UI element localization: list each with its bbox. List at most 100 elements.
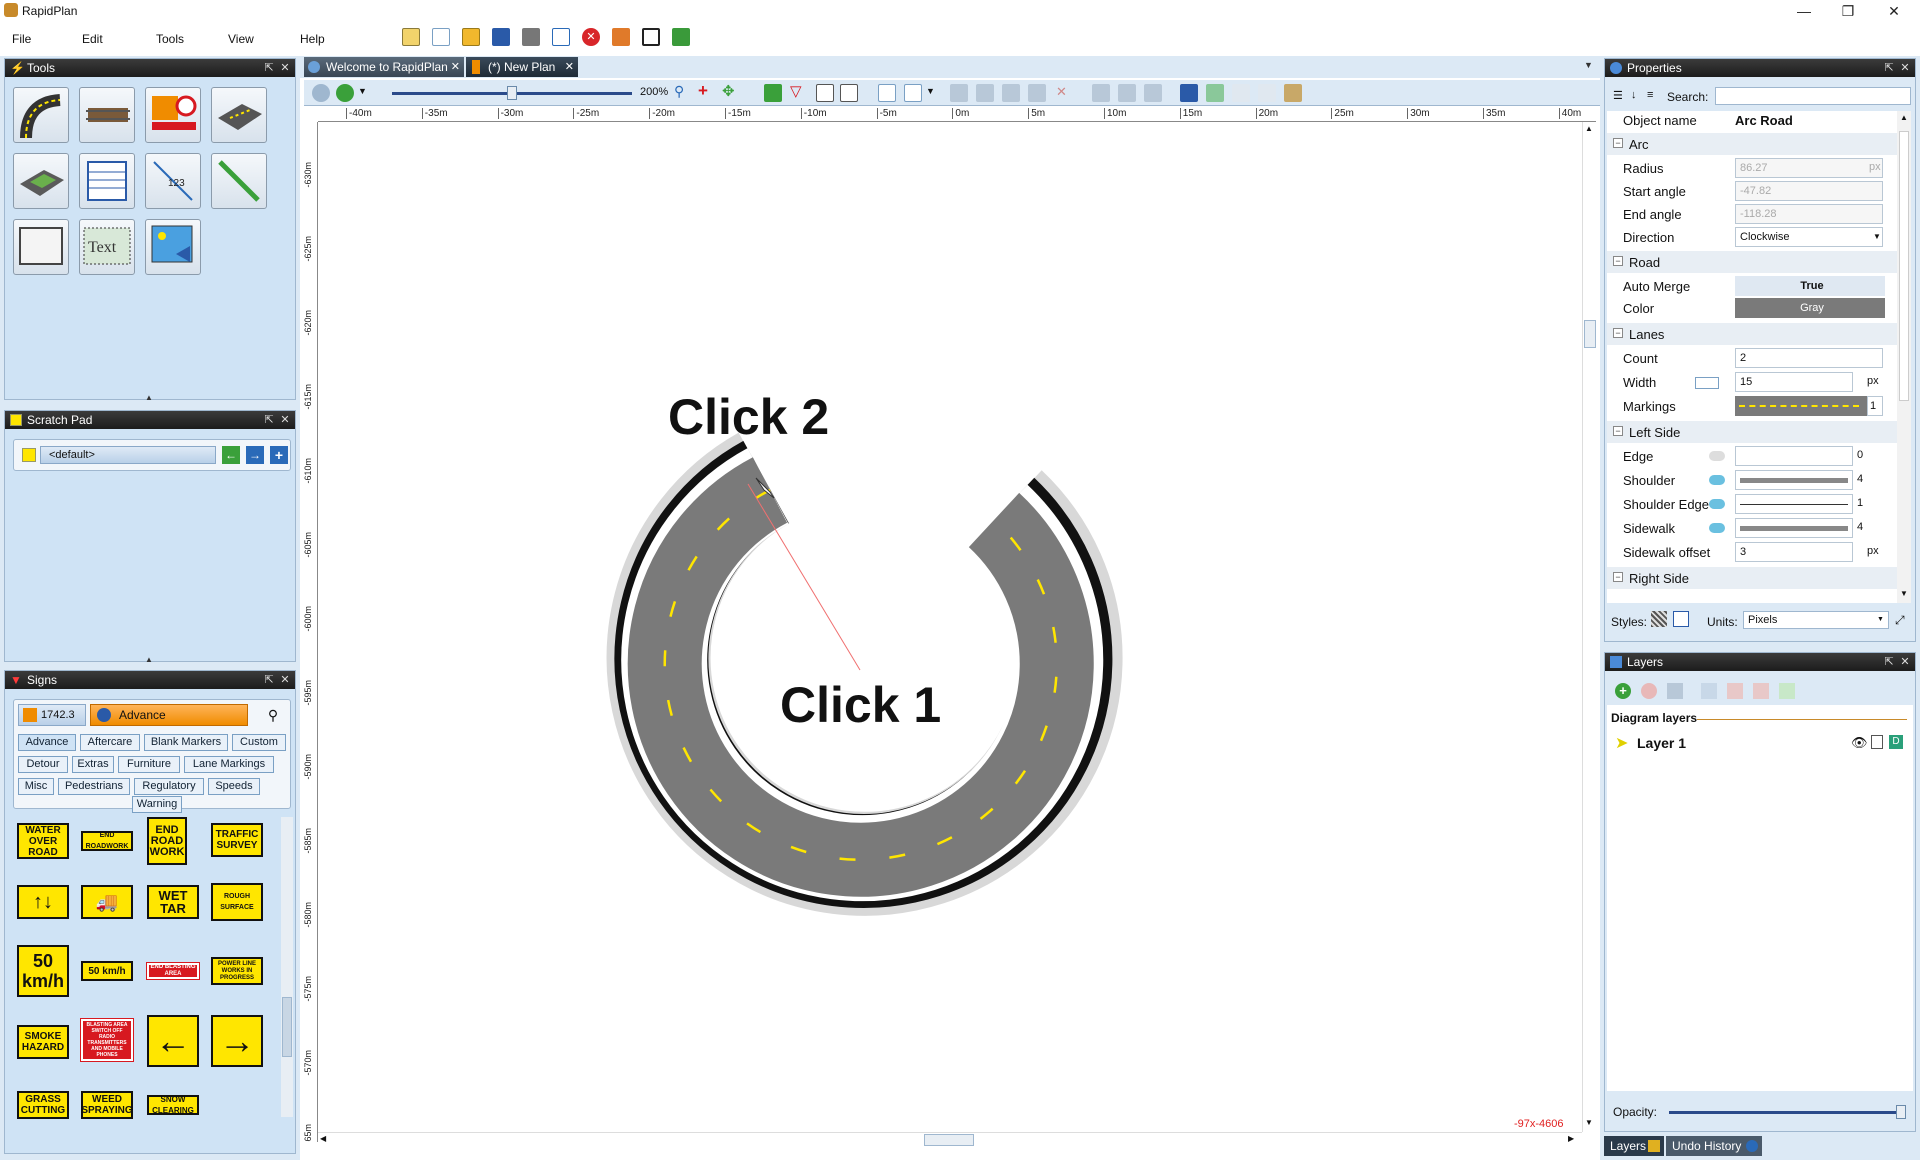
collapse-icon[interactable]: −	[1613, 328, 1623, 338]
page-setup-icon[interactable]	[904, 84, 922, 102]
property-scroll-thumb[interactable]	[1899, 131, 1909, 401]
chevron-down-icon[interactable]: ▼	[926, 86, 935, 96]
category-selector[interactable]: Advance	[90, 704, 248, 726]
sign-50-kmh-small[interactable]: 50 km/h	[81, 961, 133, 981]
cut-icon[interactable]	[1258, 84, 1276, 102]
opacity-slider-thumb[interactable]	[1896, 1105, 1906, 1119]
sign-arrow-left[interactable]: ←	[147, 1015, 199, 1067]
sign-power-line-works[interactable]: POWER LINE WORKS IN PROGRESS	[211, 957, 263, 985]
end-angle-field[interactable]: -118.28	[1735, 204, 1883, 224]
sidewalk-offset-field[interactable]: 3	[1735, 542, 1853, 562]
delete-layer-icon[interactable]	[1641, 683, 1657, 699]
close-icon[interactable]: ✕	[582, 28, 600, 46]
add-icon[interactable]: +	[270, 446, 288, 464]
close-icon[interactable]: ✕	[279, 674, 291, 686]
signs-scroll-thumb[interactable]	[282, 997, 292, 1057]
menu-view[interactable]: View	[228, 32, 254, 46]
align-left-icon[interactable]	[950, 84, 968, 102]
zoom-icon[interactable]: ⚲	[674, 83, 684, 100]
forward-arrow-icon[interactable]: →	[246, 446, 264, 464]
filter-aftercare[interactable]: Aftercare	[80, 734, 140, 751]
measure-tool-button[interactable]: 123	[145, 153, 201, 209]
tab-list-chevron-icon[interactable]: ▼	[1584, 60, 1593, 70]
sort-icon[interactable]: ↓	[1631, 89, 1637, 101]
center-icon[interactable]: +	[698, 81, 708, 101]
zoom-slider[interactable]	[392, 86, 632, 100]
style-brush-icon[interactable]	[1651, 611, 1667, 627]
sign-water-over-road[interactable]: WATER OVER ROAD	[17, 823, 69, 859]
chevron-down-icon[interactable]: ▼	[1873, 232, 1881, 241]
pin-icon[interactable]: ⇱	[1883, 62, 1895, 74]
left-arrow-icon[interactable]: ◀	[320, 1134, 326, 1143]
edge-preview[interactable]	[1735, 446, 1853, 466]
filter-lane-markings[interactable]: Lane Markings	[184, 756, 274, 773]
pin-icon[interactable]: ⇱	[263, 414, 275, 426]
collapse-icon[interactable]: −	[1613, 572, 1623, 582]
sign-snow-clearing[interactable]: SNOW CLEARING	[147, 1095, 199, 1115]
back-arrow-icon[interactable]: ←	[222, 446, 240, 464]
shoulder-edge-toggle[interactable]	[1709, 499, 1725, 509]
filter-custom[interactable]: Custom	[232, 734, 286, 751]
new-wizard-icon[interactable]	[402, 28, 420, 46]
panel-resize-grip[interactable]: ▲	[145, 393, 153, 402]
sign-arrow-right[interactable]: →	[211, 1015, 263, 1067]
chevron-down-icon[interactable]: ▼	[358, 86, 367, 96]
close-tab-icon[interactable]: ✕	[451, 57, 460, 77]
pin-icon[interactable]: ⇱	[1883, 656, 1895, 668]
rotate-icon[interactable]	[1028, 84, 1046, 102]
map-icon[interactable]	[764, 84, 782, 102]
copy-icon[interactable]	[1232, 84, 1250, 102]
zoom-slider-thumb[interactable]	[507, 86, 517, 100]
signs-scrollbar[interactable]	[281, 817, 293, 1117]
style-picker-icon[interactable]	[1673, 611, 1689, 627]
collapse-icon[interactable]: −	[1613, 256, 1623, 266]
restore-button[interactable]: ❐	[1830, 0, 1866, 22]
color-swatch[interactable]: Gray	[1735, 298, 1885, 318]
map-source-icon[interactable]	[336, 84, 354, 102]
scratch-pad-selector[interactable]: <default> ← → +	[13, 439, 291, 471]
start-angle-field[interactable]: -47.82	[1735, 181, 1883, 201]
table-tool-button[interactable]	[79, 153, 135, 209]
filter-blank-markers[interactable]: Blank Markers	[144, 734, 228, 751]
flip-horizontal-icon[interactable]	[1092, 84, 1110, 102]
sidewalk-field[interactable]: 4	[1857, 521, 1863, 533]
lane-width-icon[interactable]	[1695, 377, 1719, 389]
redo-icon[interactable]	[1206, 84, 1224, 102]
canvas-vscroll-thumb[interactable]	[1584, 320, 1596, 348]
filter-misc[interactable]: Misc	[18, 778, 54, 795]
list-icon[interactable]	[816, 84, 834, 102]
checklist-icon[interactable]	[642, 28, 660, 46]
filter-pedestrians[interactable]: Pedestrians	[58, 778, 130, 795]
menu-edit[interactable]: Edit	[82, 32, 103, 46]
list-icon[interactable]: ≡	[1647, 89, 1653, 101]
section-arc[interactable]: − Arc	[1607, 133, 1903, 155]
width-field[interactable]: 15	[1735, 372, 1853, 392]
sign-rough-surface[interactable]: ROUGH SURFACE	[211, 883, 263, 921]
menu-help[interactable]: Help	[300, 32, 325, 46]
sign-end-blasting-area[interactable]: END BLASTING AREA	[146, 962, 200, 980]
signs-tool-button[interactable]	[145, 87, 201, 143]
tab-undo-history[interactable]: Undo History	[1666, 1136, 1762, 1156]
eye-icon[interactable]: 👁	[1851, 735, 1868, 751]
filter-furniture[interactable]: Furniture	[118, 756, 180, 773]
markings-preview[interactable]	[1735, 396, 1867, 416]
sign-wet-tar[interactable]: WET TAR	[147, 885, 199, 919]
tab-welcome[interactable]: Welcome to RapidPlan ✕	[304, 57, 464, 77]
shoulder-field[interactable]: 4	[1857, 473, 1863, 485]
filter-extras[interactable]: Extras	[72, 756, 114, 773]
property-grid-scrollbar[interactable]: ▲ ▼	[1897, 111, 1911, 603]
tab-new-plan[interactable]: (*) New Plan ✕	[466, 57, 578, 77]
drawing-canvas[interactable]: Click 2 Click 1 -97x-4606	[318, 122, 1582, 1132]
north-icon[interactable]: ✥	[722, 82, 735, 100]
menu-tools[interactable]: Tools	[156, 32, 184, 46]
road-tool-button[interactable]	[13, 87, 69, 143]
collapse-icon[interactable]: −	[1613, 426, 1623, 436]
sign-grass-cutting[interactable]: GRASS CUTTING	[17, 1091, 69, 1119]
menu-file[interactable]: File	[12, 32, 31, 46]
sign-end-road-work[interactable]: END ROAD WORK	[147, 817, 187, 865]
edge-field[interactable]: 0	[1857, 449, 1863, 461]
radius-field[interactable]: 86.27	[1735, 158, 1883, 178]
filter-advance[interactable]: Advance	[18, 734, 76, 751]
auto-merge-toggle[interactable]: True	[1735, 276, 1885, 296]
globe-icon[interactable]	[312, 84, 330, 102]
